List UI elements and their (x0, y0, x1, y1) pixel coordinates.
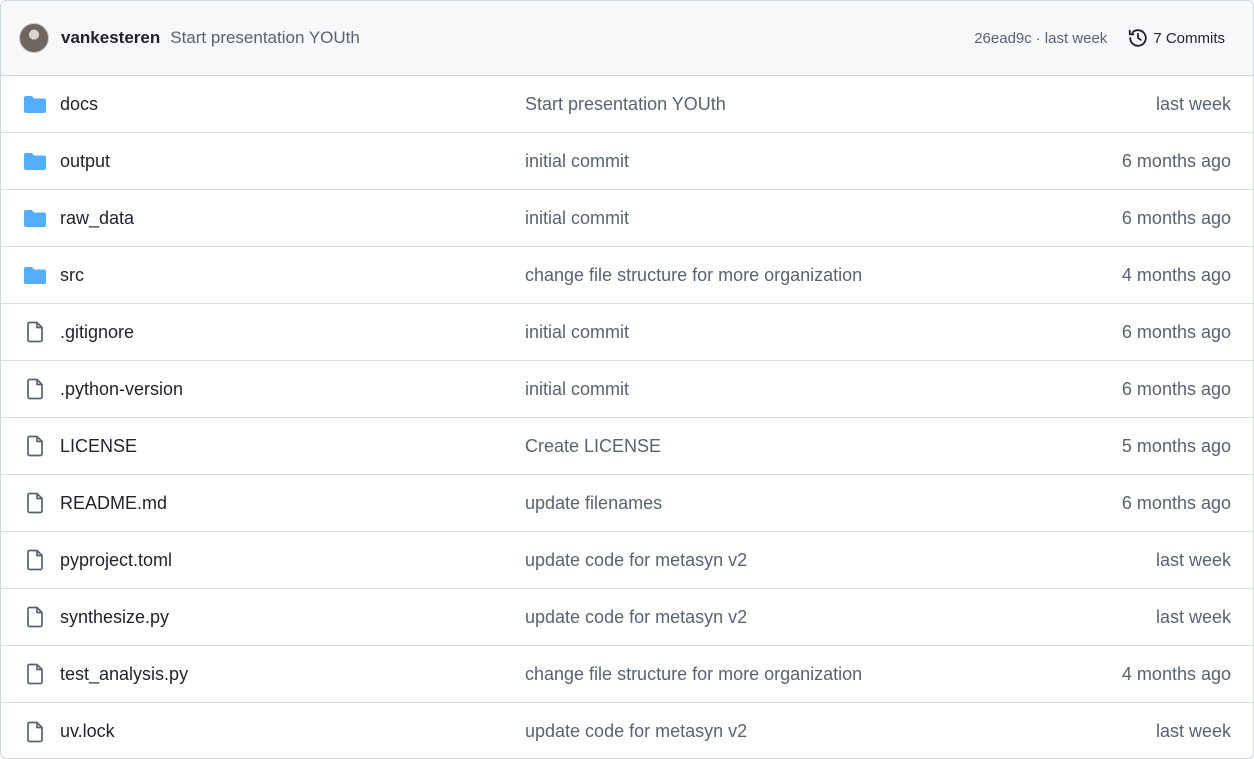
file-row-pyproject-toml[interactable]: pyproject.toml update code for metasyn v… (1, 532, 1253, 589)
file-row-gitignore[interactable]: .gitignore initial commit 6 months ago (1, 304, 1253, 361)
folder-icon (23, 263, 47, 287)
file-name-link[interactable]: LICENSE (60, 436, 525, 457)
file-name-link[interactable]: synthesize.py (60, 607, 525, 628)
commit-age: last week (1044, 29, 1108, 47)
file-row-license[interactable]: LICENSE Create LICENSE 5 months ago (1, 418, 1253, 475)
commit-message-link[interactable]: initial commit (525, 322, 1122, 343)
commit-message-link[interactable]: initial commit (525, 151, 1122, 172)
file-row-synthesize-py[interactable]: synthesize.py update code for metasyn v2… (1, 589, 1253, 646)
commit-message-link[interactable]: Start presentation YOUth (525, 94, 1156, 115)
file-name-link[interactable]: src (60, 265, 525, 286)
commits-count-label: 7 Commits (1153, 29, 1225, 47)
commit-message-link[interactable]: update filenames (525, 493, 1122, 514)
folder-icon (23, 149, 47, 173)
latest-commit-message[interactable]: Start presentation YOUth (170, 28, 360, 48)
file-name-link[interactable]: raw_data (60, 208, 525, 229)
file-row-output[interactable]: output initial commit 6 months ago (1, 133, 1253, 190)
file-name-link[interactable]: pyproject.toml (60, 550, 525, 571)
commit-time: last week (1155, 93, 1231, 114)
file-name-link[interactable]: .python-version (60, 379, 525, 400)
commit-hash[interactable]: 26ead9c (974, 30, 1032, 47)
commit-message-link[interactable]: update code for metasyn v2 (525, 721, 1156, 742)
file-row-src[interactable]: src change file structure for more organ… (1, 247, 1253, 304)
folder-icon (23, 206, 47, 230)
commit-time: 6 months ago (1121, 207, 1231, 228)
file-icon (23, 662, 47, 686)
file-icon (23, 434, 47, 458)
commit-time: last week (1155, 606, 1231, 627)
author-avatar[interactable] (19, 23, 49, 53)
file-icon (23, 548, 47, 572)
commit-time: 6 months ago (1121, 378, 1231, 399)
file-row-python-version[interactable]: .python-version initial commit 6 months … (1, 361, 1253, 418)
file-icon (23, 605, 47, 629)
history-icon (1129, 29, 1148, 47)
file-name-link[interactable]: docs (60, 94, 525, 115)
file-rows: docs Start presentation YOUth last week … (1, 76, 1253, 758)
commit-message-link[interactable]: change file structure for more organizat… (525, 265, 1122, 286)
file-name-link[interactable]: uv.lock (60, 721, 525, 742)
file-row-uv-lock[interactable]: uv.lock update code for metasyn v2 last … (1, 703, 1253, 758)
commit-message-link[interactable]: change file structure for more organizat… (525, 664, 1122, 685)
commit-time: last week (1155, 549, 1231, 570)
commit-time: 5 months ago (1121, 435, 1231, 456)
commit-message-link[interactable]: update code for metasyn v2 (525, 550, 1156, 571)
file-row-raw-data[interactable]: raw_data initial commit 6 months ago (1, 190, 1253, 247)
commit-time: 6 months ago (1121, 321, 1231, 342)
file-icon (23, 377, 47, 401)
commit-message-link[interactable]: initial commit (525, 208, 1122, 229)
commit-time: 4 months ago (1121, 663, 1231, 684)
file-name-link[interactable]: README.md (60, 493, 525, 514)
commit-time: 4 months ago (1121, 264, 1231, 285)
commit-author[interactable]: vankesteren (61, 28, 160, 48)
file-list-container: vankesteren Start presentation YOUth 26e… (0, 0, 1254, 759)
commit-message-link[interactable]: Create LICENSE (525, 436, 1122, 457)
file-name-link[interactable]: test_analysis.py (60, 664, 525, 685)
commit-message-link[interactable]: initial commit (525, 379, 1122, 400)
latest-commit-header: vankesteren Start presentation YOUth 26e… (1, 1, 1253, 76)
file-row-test-analysis-py[interactable]: test_analysis.py change file structure f… (1, 646, 1253, 703)
commits-link[interactable]: 7 Commits (1127, 27, 1225, 49)
commit-time: 6 months ago (1121, 492, 1231, 513)
file-row-docs[interactable]: docs Start presentation YOUth last week (1, 76, 1253, 133)
file-icon (23, 491, 47, 515)
file-icon (23, 320, 47, 344)
file-row-readme-md[interactable]: README.md update filenames 6 months ago (1, 475, 1253, 532)
file-name-link[interactable]: output (60, 151, 525, 172)
separator: · (1035, 29, 1041, 47)
file-icon (23, 720, 47, 744)
commit-message-link[interactable]: update code for metasyn v2 (525, 607, 1156, 628)
commit-time: 6 months ago (1121, 150, 1231, 171)
file-name-link[interactable]: .gitignore (60, 322, 525, 343)
folder-icon (23, 92, 47, 116)
commit-time: last week (1155, 721, 1231, 741)
